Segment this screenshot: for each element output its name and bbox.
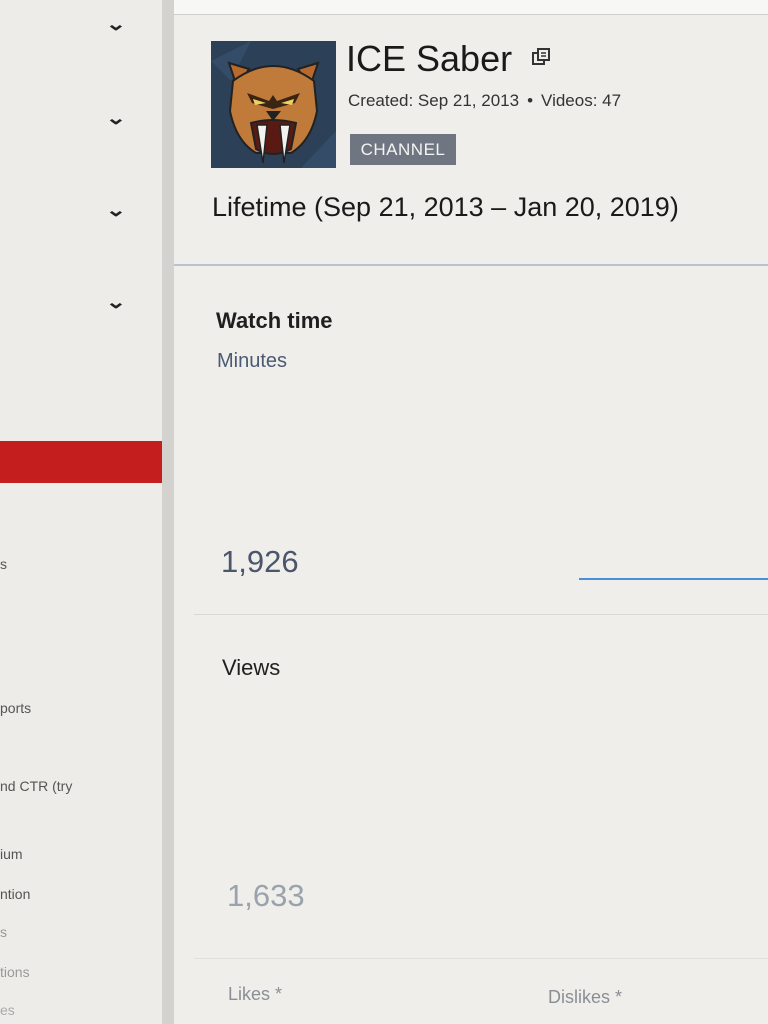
- sidebar-item-label[interactable]: tions: [0, 964, 30, 980]
- chevron-down-icon[interactable]: ⌄: [99, 200, 133, 220]
- sidebar-item-label[interactable]: ntion: [0, 886, 30, 902]
- likes-label[interactable]: Likes *: [228, 984, 282, 1005]
- section-divider: [174, 264, 768, 266]
- sidebar-item-label[interactable]: es: [0, 1002, 15, 1018]
- created-date: Created: Sep 21, 2013: [348, 91, 520, 110]
- top-strip: [174, 0, 768, 15]
- watch-time-value: 1,926: [221, 544, 299, 579]
- row-divider: [194, 958, 768, 959]
- date-range-title[interactable]: Lifetime (Sep 21, 2013 – Jan 20, 2019): [212, 192, 679, 223]
- saber-tooth-tiger-logo: [211, 41, 336, 168]
- video-count: Videos: 47: [541, 91, 622, 110]
- chevron-down-icon[interactable]: ⌄: [99, 14, 133, 34]
- sidebar-item-label[interactable]: s: [0, 556, 7, 572]
- dislikes-label[interactable]: Dislikes *: [548, 987, 622, 1008]
- sidebar-item-active[interactable]: [0, 441, 162, 483]
- channel-name[interactable]: ICE Saber: [346, 38, 512, 80]
- watch-time-sparkline: [579, 578, 768, 580]
- external-link-icon[interactable]: [532, 48, 550, 66]
- watch-time-unit: Minutes: [217, 350, 288, 372]
- analytics-main: ICE Saber Created: Sep 21, 2013 • Videos: …: [174, 0, 768, 1024]
- channel-avatar[interactable]: [211, 41, 336, 168]
- channel-meta: Created: Sep 21, 2013 • Videos: 47: [348, 91, 621, 111]
- chevron-down-icon[interactable]: ⌄: [99, 292, 133, 312]
- channel-badge: CHANNEL: [350, 134, 456, 165]
- sidebar-item-label[interactable]: nd CTR (try: [0, 778, 72, 794]
- sidebar-item-label[interactable]: ium: [0, 846, 23, 862]
- views-value: 1,633: [227, 878, 305, 913]
- sidebar-item-label[interactable]: ports: [0, 700, 31, 716]
- chevron-down-icon[interactable]: ⌄: [99, 108, 133, 128]
- left-sidebar: ⌄ ⌄ ⌄ ⌄ s ports nd CTR (try ium ntion s …: [0, 0, 174, 1024]
- sidebar-item-label[interactable]: s: [0, 924, 7, 940]
- meta-separator: •: [527, 91, 534, 110]
- views-label[interactable]: Views: [222, 655, 280, 681]
- row-divider: [194, 614, 768, 615]
- watch-time-label[interactable]: Watch time: [216, 308, 333, 334]
